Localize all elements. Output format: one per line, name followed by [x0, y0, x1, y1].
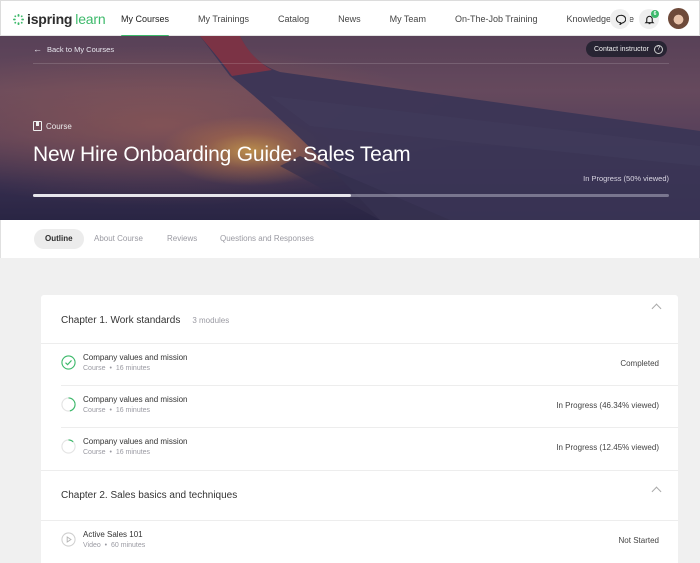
messages-button[interactable]	[610, 9, 630, 29]
user-avatar[interactable]	[668, 8, 689, 29]
tab-outline[interactable]: Outline	[34, 229, 84, 249]
logo-text-ispring: ispring	[27, 11, 73, 27]
module-duration: 16 minutes	[115, 449, 151, 456]
separator-dot: •	[109, 407, 112, 414]
chapter-title-row: Chapter 1. Work standards 3 modules	[61, 315, 229, 326]
course-progress-status: In Progress (50% viewed)	[583, 174, 669, 183]
module-meta: Video • 60 minutes	[83, 542, 145, 549]
chapter-module-count: 3 modules	[192, 316, 230, 325]
module-item[interactable]: Company values and mission Course • 16 m…	[41, 343, 678, 385]
back-to-my-courses-link[interactable]: ← Back to My Courses	[33, 44, 114, 54]
nav-catalog[interactable]: Catalog	[268, 1, 319, 37]
contact-instructor-label: Contact instructor	[594, 45, 649, 53]
module-meta: Course • 16 minutes	[83, 449, 150, 456]
progress-ring-icon	[61, 439, 76, 454]
module-type: Course	[83, 365, 106, 372]
play-circle-icon	[61, 532, 76, 547]
module-status: Completed	[620, 359, 659, 368]
help-icon: ?	[653, 44, 663, 54]
course-type-label: Course	[46, 121, 72, 131]
hero-divider	[33, 63, 669, 64]
chapter-title: Chapter 2. Sales basics and techniques	[61, 490, 238, 501]
back-link-label: Back to My Courses	[47, 44, 115, 54]
module-item[interactable]: Company values and mission Course • 16 m…	[41, 427, 678, 469]
module-meta: Course • 16 minutes	[83, 365, 150, 372]
main-nav: My Courses My Trainings Catalog News My …	[111, 1, 653, 37]
nav-knowledge-base[interactable]: Knowledge Base	[556, 1, 644, 37]
course-progress-fill	[33, 194, 351, 197]
module-meta: Course • 16 minutes	[83, 407, 150, 414]
module-duration: 16 minutes	[115, 407, 151, 414]
separator-dot: •	[109, 449, 112, 456]
course-outline-card: Chapter 1. Work standards 3 modules Compa…	[41, 295, 678, 563]
ispring-learn-logo[interactable]: ispring learn	[13, 11, 106, 27]
tab-reviews[interactable]: Reviews	[167, 229, 197, 249]
module-title: Company values and mission	[83, 437, 188, 446]
progress-ring-icon	[61, 397, 76, 412]
module-duration: 16 minutes	[115, 365, 151, 372]
module-item[interactable]: Active Sales 101 Video • 60 minutes Not …	[41, 520, 678, 562]
arrow-left-icon: ←	[33, 44, 42, 54]
course-progress-bar	[33, 194, 669, 197]
nav-my-team[interactable]: My Team	[380, 1, 436, 37]
chapter-title-row: Chapter 2. Sales basics and techniques	[61, 490, 237, 501]
course-type: Course	[33, 121, 72, 131]
module-title: Company values and mission	[83, 395, 188, 404]
course-hero-banner: ← Back to My Courses Contact instructor …	[0, 36, 700, 220]
tab-questions-and-responses[interactable]: Questions and Responses	[220, 229, 314, 249]
logo-text-learn: learn	[75, 11, 106, 27]
top-navigation-bar: ispring learn My Courses My Trainings Ca…	[0, 0, 700, 37]
tab-about-course[interactable]: About Course	[94, 229, 143, 249]
book-icon	[33, 121, 42, 131]
chat-bubble-icon	[615, 14, 626, 25]
notification-count-badge: 6	[651, 10, 659, 18]
course-title: New Hire Onboarding Guide: Sales Team	[33, 143, 411, 166]
chevron-up-icon[interactable]	[651, 486, 662, 497]
nav-on-the-job-training[interactable]: On-The-Job Training	[445, 1, 548, 37]
separator-dot: •	[109, 365, 112, 372]
module-type: Video	[83, 542, 101, 549]
module-duration: 60 minutes	[111, 542, 146, 549]
course-tabs: Outline About Course Reviews Questions a…	[0, 220, 700, 258]
nav-my-trainings[interactable]: My Trainings	[188, 1, 259, 37]
chapter-header[interactable]: Chapter 1. Work standards 3 modules	[41, 295, 678, 343]
module-status: In Progress (46.34% viewed)	[556, 401, 659, 410]
separator-dot: •	[104, 542, 108, 549]
chapter-title: Chapter 1. Work standards	[61, 315, 181, 326]
module-type: Course	[83, 449, 106, 456]
chapter-header[interactable]: Chapter 2. Sales basics and techniques	[41, 470, 678, 520]
module-title: Company values and mission	[83, 353, 188, 362]
nav-my-courses[interactable]: My Courses	[111, 1, 179, 37]
contact-instructor-button[interactable]: Contact instructor ?	[586, 41, 667, 57]
logo-sparkle-icon	[13, 13, 24, 25]
check-circle-icon	[61, 355, 76, 370]
module-status: In Progress (12.45% viewed)	[556, 443, 659, 452]
chevron-up-icon[interactable]	[651, 303, 662, 314]
nav-news[interactable]: News	[328, 1, 371, 37]
module-type: Course	[83, 407, 106, 414]
module-status: Not Started	[618, 536, 659, 545]
module-item[interactable]: Company values and mission Course • 16 m…	[41, 385, 678, 427]
module-title: Active Sales 101	[83, 530, 143, 539]
